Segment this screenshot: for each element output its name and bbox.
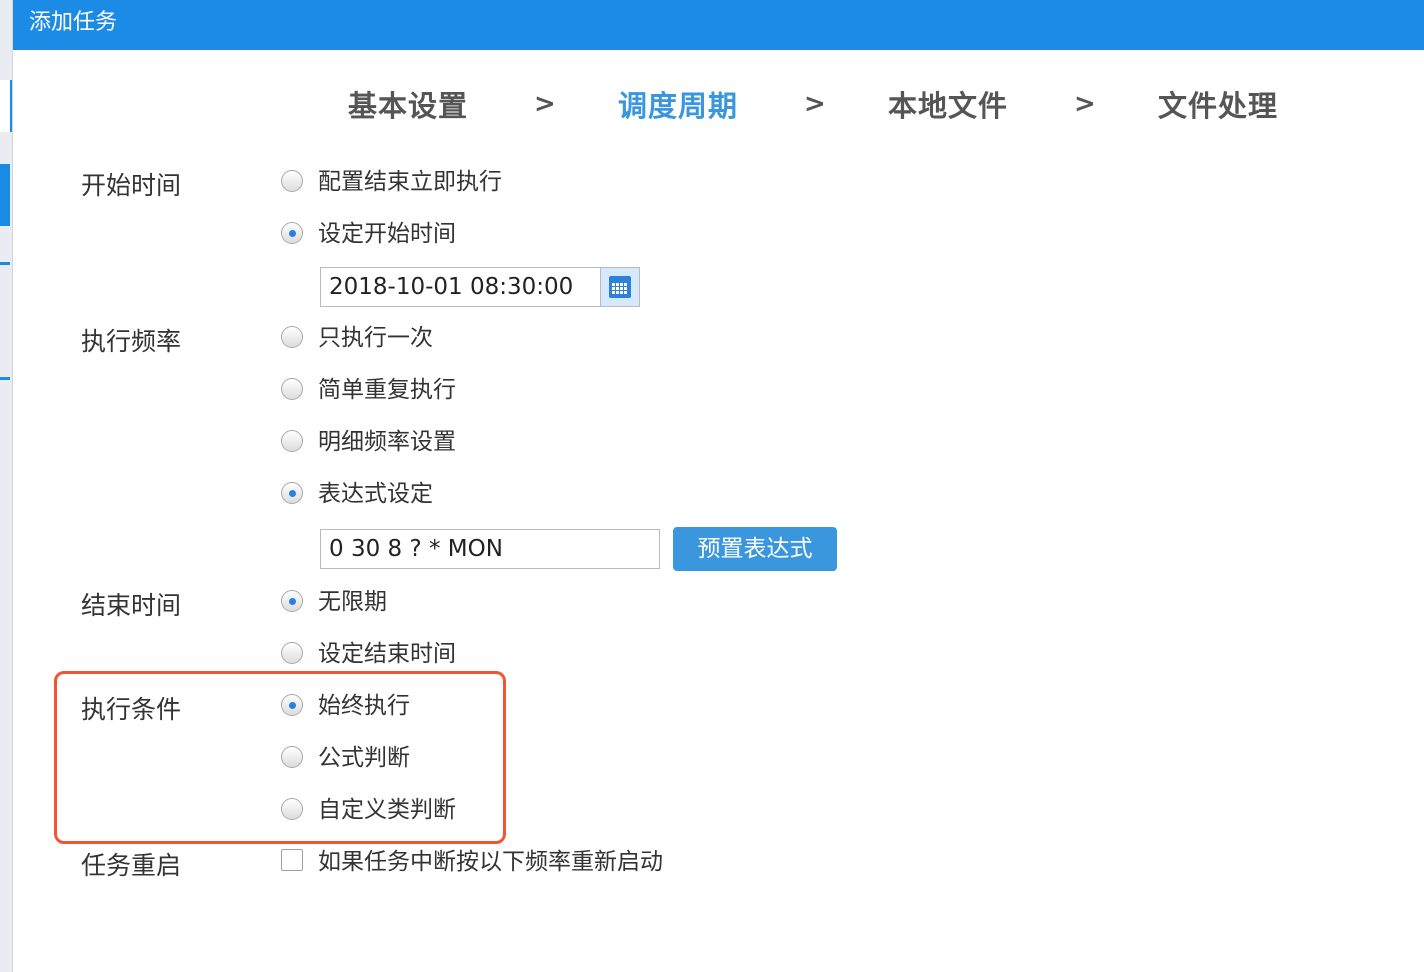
option-label: 明细频率设置	[318, 429, 456, 455]
calendar-icon-grid	[612, 283, 628, 295]
dialog-title: 添加任务	[29, 10, 118, 35]
radio-button[interactable]	[281, 430, 303, 452]
background-divider	[0, 377, 10, 380]
radio-button[interactable]	[281, 170, 303, 192]
step-separator: >	[534, 89, 556, 119]
start-datetime-input[interactable]: 2018-10-01 08:30:00	[320, 267, 640, 307]
restart-checkbox[interactable]	[281, 849, 303, 871]
radio-button[interactable]	[281, 798, 303, 820]
option-label: 设定结束时间	[318, 641, 456, 667]
step-separator: >	[1074, 89, 1096, 119]
background-button-marker	[0, 164, 10, 226]
step-schedule-period[interactable]: 调度周期	[618, 86, 738, 126]
checkbox-label: 如果任务中断按以下频率重新启动	[318, 849, 663, 875]
option-label: 简单重复执行	[318, 377, 456, 403]
option-label: 公式判断	[318, 745, 410, 771]
option-label: 自定义类判断	[318, 797, 456, 823]
option-label: 只执行一次	[318, 325, 433, 351]
end-time-label: 结束时间	[81, 591, 182, 620]
start-datetime-value: 2018-10-01 08:30:00	[329, 274, 574, 300]
option-label: 始终执行	[318, 693, 410, 719]
step-file-processing[interactable]: 文件处理	[1158, 86, 1278, 126]
start-time-label: 开始时间	[81, 171, 182, 200]
radio-button[interactable]	[281, 378, 303, 400]
radio-button-selected[interactable]	[281, 694, 303, 716]
background-divider	[0, 262, 10, 265]
step-basic-settings[interactable]: 基本设置	[348, 86, 468, 126]
cron-expression-value: 0 30 8 ? * MON	[329, 536, 503, 562]
option-label: 设定开始时间	[318, 221, 456, 247]
wizard-steps: 基本设置 > 调度周期 > 本地文件 > 文件处理	[13, 86, 1424, 126]
restart-label: 任务重启	[81, 851, 182, 880]
radio-button[interactable]	[281, 746, 303, 768]
condition-label: 执行条件	[81, 695, 182, 724]
preset-expression-button[interactable]: 预置表达式	[673, 527, 837, 571]
radio-button-selected[interactable]	[281, 222, 303, 244]
step-local-files[interactable]: 本地文件	[888, 86, 1008, 126]
background-window-edge	[0, 0, 12, 972]
option-label: 表达式设定	[318, 481, 433, 507]
calendar-button[interactable]	[600, 268, 639, 306]
frequency-label: 执行频率	[81, 327, 182, 356]
option-label: 配置结束立即执行	[318, 169, 502, 195]
dialog-titlebar: 添加任务	[13, 0, 1424, 50]
radio-button-selected[interactable]	[281, 482, 303, 504]
background-tab-marker	[0, 80, 12, 132]
cron-expression-input[interactable]: 0 30 8 ? * MON	[320, 529, 660, 569]
radio-button-selected[interactable]	[281, 590, 303, 612]
radio-button[interactable]	[281, 326, 303, 348]
step-separator: >	[804, 89, 826, 119]
option-label: 无限期	[318, 589, 387, 615]
add-task-dialog: 添加任务 基本设置 > 调度周期 > 本地文件 > 文件处理 开始时间 配置结束…	[12, 0, 1424, 972]
radio-button[interactable]	[281, 642, 303, 664]
